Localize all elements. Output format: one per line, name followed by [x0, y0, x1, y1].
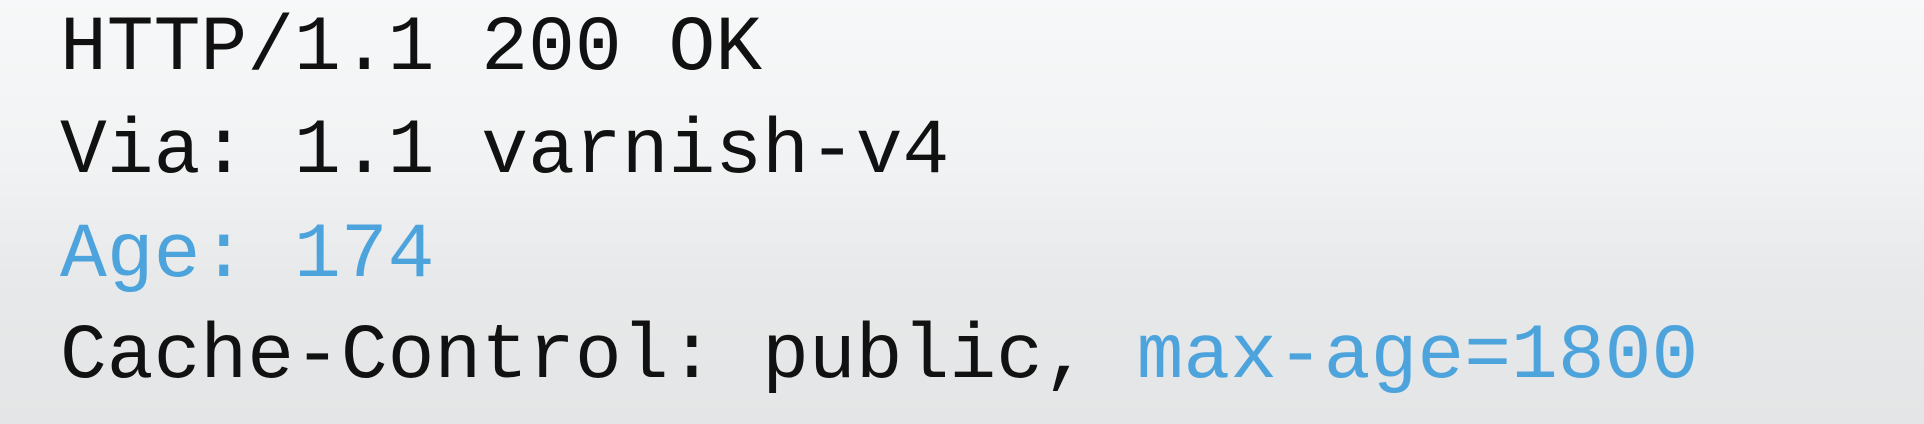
- cache-control-prefix: Cache-Control: public,: [60, 313, 1137, 401]
- via-header: Via: 1.1 varnish-v4: [60, 108, 950, 196]
- cache-control-max-age: max-age=1800: [1136, 313, 1699, 401]
- age-header: Age: 174: [60, 212, 435, 300]
- cache-control-header: Cache-Control: public, max-age=1800: [60, 318, 1698, 396]
- http-response-headers: HTTP/1.1 200 OK Via: 1.1 varnish-v4 Age:…: [0, 0, 1924, 424]
- status-line: HTTP/1.1 200 OK: [60, 5, 763, 93]
